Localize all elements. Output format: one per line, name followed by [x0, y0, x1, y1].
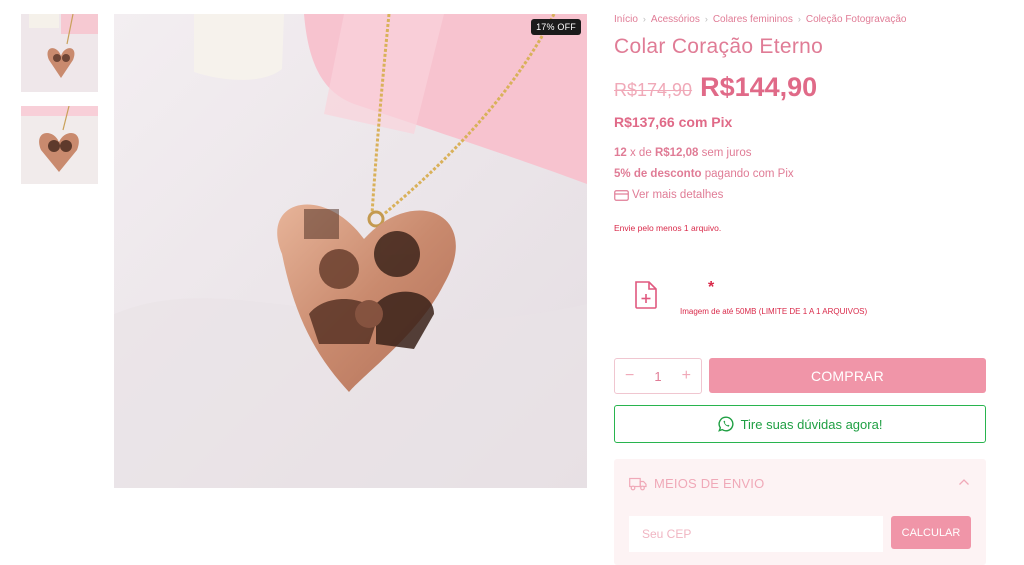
- whatsapp-label: Tire suas dúvidas agora!: [740, 416, 883, 432]
- pix-discount-text: pagando com Pix: [701, 168, 794, 180]
- upload-warning: Envie pelo menos 1 arquivo.: [614, 223, 722, 233]
- breadcrumb-home[interactable]: Início: [614, 14, 638, 25]
- calculate-button[interactable]: CALCULAR: [891, 516, 971, 549]
- product-photo: [114, 14, 587, 488]
- whatsapp-icon: [717, 416, 734, 432]
- thumbnail-1-image: [21, 14, 98, 92]
- thumbnail-2[interactable]: [21, 106, 98, 184]
- whatsapp-button[interactable]: Tire suas dúvidas agora!: [614, 405, 986, 443]
- discount-badge: 17% OFF: [531, 19, 581, 35]
- quantity-decrease-button[interactable]: −: [625, 367, 634, 385]
- shipping-title: MEIOS DE ENVIO: [654, 476, 765, 491]
- price-row: R$174,90 R$144,90: [614, 72, 986, 103]
- more-details-label: Ver mais detalhes: [632, 189, 724, 201]
- installments-mid: x de: [626, 147, 655, 159]
- product-title: Colar Coração Eterno: [614, 35, 824, 58]
- installments-suffix: sem juros: [698, 147, 752, 159]
- product-info: Início › Acessórios › Colares femininos › Cole…: [614, 14, 986, 233]
- thumbnail-1[interactable]: [21, 14, 98, 92]
- required-asterisk: *: [708, 279, 715, 296]
- breadcrumb-colecao-fotogravacao[interactable]: Coleção Fotogravação: [806, 14, 907, 25]
- shipping-panel: MEIOS DE ENVIO CALCULAR: [614, 459, 986, 565]
- chevron-right-icon: ›: [704, 14, 708, 24]
- file-add-icon[interactable]: [634, 281, 658, 309]
- file-upload-area[interactable]: * Imagem de até 50MB (LIMITE DE 1 A 1 AR…: [634, 279, 934, 324]
- breadcrumb: Início › Acessórios › Colares femininos › Cole…: [614, 14, 986, 25]
- pix-price: R$137,66 com Pix: [614, 114, 733, 130]
- quantity-increase-button[interactable]: +: [682, 367, 691, 385]
- installments-count: 12: [614, 147, 627, 159]
- current-price: R$144,90: [700, 72, 818, 102]
- installments-value: R$12,08: [654, 147, 699, 159]
- installments-info: 12 x de R$12,08 sem juros: [614, 147, 986, 159]
- buy-button[interactable]: COMPRAR: [709, 358, 986, 393]
- old-price: R$174,90: [614, 80, 693, 100]
- cep-input[interactable]: [629, 516, 883, 552]
- thumbnail-2-image: [21, 106, 98, 184]
- chevron-up-icon[interactable]: [958, 477, 970, 487]
- chevron-right-icon: ›: [797, 14, 801, 24]
- breadcrumb-colares-femininos[interactable]: Colares femininos: [713, 14, 793, 25]
- truck-icon: [629, 477, 647, 490]
- quantity-value[interactable]: 1: [654, 369, 661, 384]
- pix-discount-info: 5% de desconto pagando com Pix: [614, 168, 986, 180]
- product-main-image[interactable]: 17% OFF: [114, 14, 587, 488]
- credit-card-icon: [614, 189, 629, 201]
- breadcrumb-acessorios[interactable]: Acessórios: [651, 14, 700, 25]
- chevron-right-icon: ›: [642, 14, 646, 24]
- quantity-stepper[interactable]: − 1 +: [614, 358, 702, 394]
- upload-hint: Imagem de até 50MB (LIMITE DE 1 A 1 ARQU…: [680, 307, 868, 316]
- pix-discount-percent: 5% de desconto: [614, 168, 702, 180]
- more-details-link[interactable]: Ver mais detalhes: [614, 189, 986, 201]
- shipping-header[interactable]: MEIOS DE ENVIO: [629, 476, 764, 491]
